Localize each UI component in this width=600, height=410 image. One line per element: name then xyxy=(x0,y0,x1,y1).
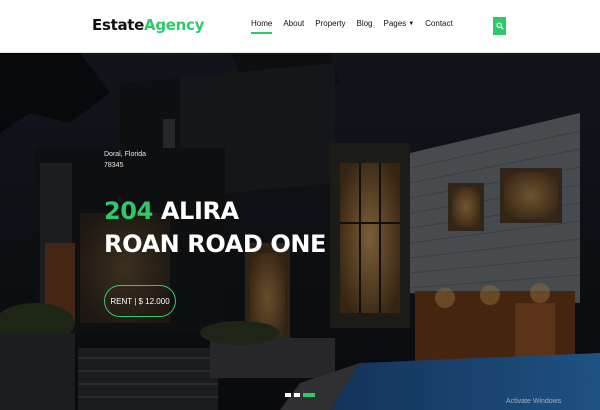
activate-windows-watermark: Activate Windows xyxy=(506,398,562,405)
property-title: 204 ALIRA ROAN ROAD ONE xyxy=(104,195,326,261)
property-title-line1: ALIRA xyxy=(160,197,239,225)
property-zip: 78345 xyxy=(104,162,124,169)
search-button[interactable] xyxy=(493,17,506,35)
carousel-dot-3[interactable] xyxy=(303,393,315,397)
property-title-line2: ROAN ROAD ONE xyxy=(104,230,327,258)
brand-logo[interactable]: EstateAgency xyxy=(92,16,204,34)
main-nav: Home About Property Blog Pages ▼ Contact xyxy=(251,19,464,34)
property-title-number: 204 xyxy=(104,197,153,225)
nav-item-about[interactable]: About xyxy=(283,19,304,34)
brand-name-part2: Agency xyxy=(144,16,205,34)
caret-down-icon: ▼ xyxy=(408,21,415,27)
hero-carousel: Doral, Florida 78345 204 ALIRA ROAN ROAD… xyxy=(0,53,600,410)
property-location: Doral, Florida xyxy=(104,151,147,158)
nav-item-pages-label: Pages xyxy=(383,19,407,28)
carousel-dot-1[interactable] xyxy=(285,393,291,397)
nav-item-home[interactable]: Home xyxy=(251,19,273,34)
rent-price-button[interactable]: RENT | $ 12.000 xyxy=(104,285,176,317)
brand-name-part1: Estate xyxy=(92,16,145,34)
nav-item-pages[interactable]: Pages ▼ xyxy=(384,19,415,34)
search-icon xyxy=(495,22,504,30)
carousel-indicators xyxy=(285,393,315,397)
navbar: EstateAgency Home About Property Blog Pa… xyxy=(0,0,600,53)
nav-item-contact[interactable]: Contact xyxy=(425,19,453,34)
hero-text: Doral, Florida 78345 204 ALIRA ROAN ROAD… xyxy=(104,149,326,261)
nav-item-blog[interactable]: Blog xyxy=(356,19,372,34)
carousel-dot-2[interactable] xyxy=(294,393,300,397)
nav-item-property[interactable]: Property xyxy=(315,19,345,34)
